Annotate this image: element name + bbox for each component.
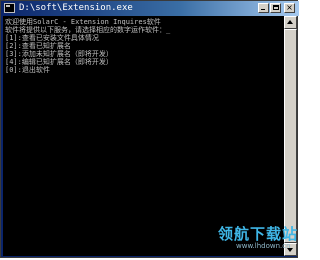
maximize-icon: [273, 5, 279, 10]
scroll-up-button[interactable]: [284, 16, 297, 29]
window-title: D:\soft\Extension.exe: [19, 3, 133, 13]
watermark-logo-text: 领航下载站: [218, 225, 299, 243]
minimize-icon: [261, 9, 265, 10]
watermark-url: www.lhdown.cn: [236, 242, 291, 250]
console-line: [0]:退出软件: [5, 66, 50, 74]
console-line: [1]:查看已安装文件具体情况: [5, 34, 99, 42]
site-watermark: 领航下载站 www.lhdown.cn: [218, 225, 298, 257]
console-output[interactable]: 欢迎使用SolarC - Extension Inquires软件 软件将提供以…: [3, 16, 284, 256]
minimize-button[interactable]: [258, 3, 269, 13]
title-bar[interactable]: D:\soft\Extension.exe ×: [1, 1, 299, 16]
console-line: [2]:查看已知扩展名: [5, 42, 71, 50]
console-line: 软件将提供以下服务，请选择相应的数字运作软件：_: [5, 26, 171, 34]
arrow-up-icon: [287, 20, 293, 24]
console-app-icon[interactable]: [4, 3, 15, 13]
console-line: [4]:编辑已知扩展名（即将开发）: [5, 58, 113, 66]
close-icon: ×: [286, 3, 293, 12]
maximize-button[interactable]: [270, 3, 281, 13]
scroll-thumb[interactable]: [284, 29, 297, 243]
console-line: 欢迎使用SolarC - Extension Inquires软件: [5, 18, 161, 26]
close-button[interactable]: ×: [284, 3, 295, 13]
console-window: D:\soft\Extension.exe × 欢迎使用SolarC - Ext…: [0, 0, 299, 258]
console-line: [3]:添加未知扩展名（即将开发）: [5, 50, 113, 58]
vertical-scrollbar[interactable]: [284, 16, 297, 256]
